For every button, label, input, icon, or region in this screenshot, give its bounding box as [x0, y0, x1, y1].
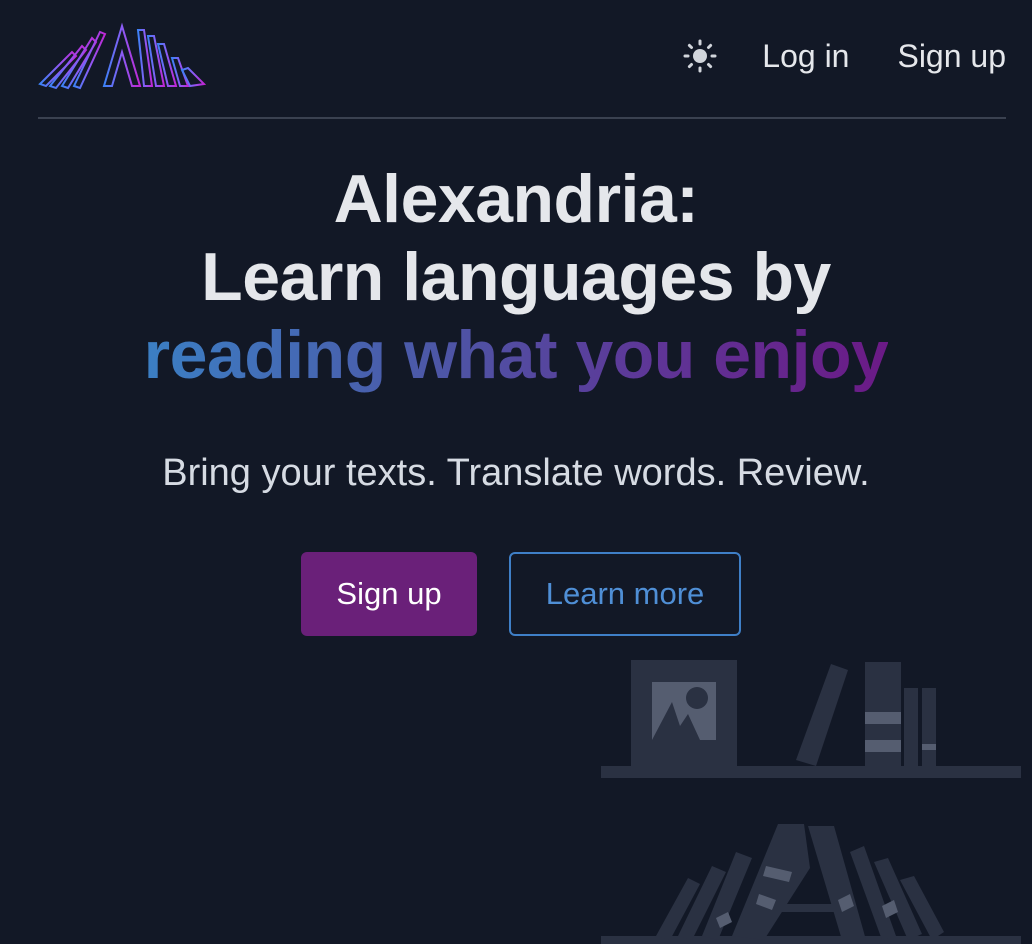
- site-header: Log in Sign up: [38, 0, 1006, 119]
- cta-buttons: Sign up Learn more: [0, 552, 1032, 636]
- hero-tagline: Bring your texts. Translate words. Revie…: [162, 452, 870, 494]
- theme-toggle-button[interactable]: [682, 38, 718, 74]
- hero-title: Alexandria: Learn languages by reading w…: [0, 160, 1032, 394]
- learn-more-button[interactable]: Learn more: [509, 552, 741, 636]
- alexandria-logo-icon[interactable]: [38, 22, 208, 90]
- login-link[interactable]: Log in: [762, 38, 849, 75]
- header-nav: Log in Sign up: [682, 36, 1006, 76]
- bookshelf-illustration: [601, 660, 1021, 944]
- landing-page: Log in Sign up Alexandria: Learn languag…: [0, 0, 1032, 944]
- signup-link[interactable]: Sign up: [897, 38, 1006, 75]
- signup-button[interactable]: Sign up: [301, 552, 477, 636]
- sun-icon: [683, 39, 717, 73]
- hero-title-line2: Learn languages by: [201, 239, 831, 315]
- hero-section: Alexandria: Learn languages by reading w…: [0, 160, 1032, 394]
- hero-title-line1: Alexandria:: [333, 161, 699, 237]
- hero-title-highlight: reading what you enjoy: [143, 317, 889, 393]
